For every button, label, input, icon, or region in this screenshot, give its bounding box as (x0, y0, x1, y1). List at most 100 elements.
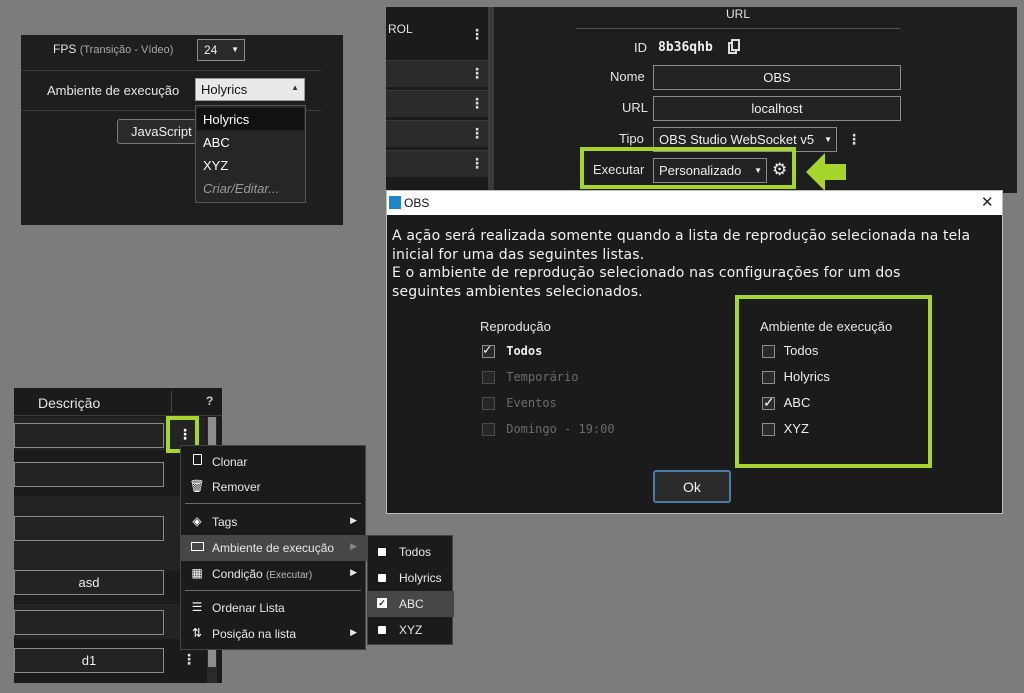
executar-select-value: Personalizado (659, 163, 742, 178)
dropdown-option[interactable]: Criar/Editar... (197, 177, 304, 199)
ambiente-option[interactable]: Todos (762, 343, 819, 359)
ambiente-option-label: ABC (783, 395, 811, 410)
more-options-icon[interactable]: ⋮ (470, 96, 484, 112)
ambiente-option[interactable]: Holyrics (762, 369, 830, 385)
menu-item-remover[interactable]: 🗑 Remover (181, 474, 367, 500)
dialog-message-line: inicial for uma das seguintes listas. (392, 246, 645, 263)
menu-item-label: Remover (212, 480, 261, 494)
menu-item-label: Ordenar Lista (212, 601, 285, 615)
menu-item-ordenar[interactable]: ☰ Ordenar Lista (181, 595, 367, 621)
row-description-field[interactable] (14, 462, 164, 487)
dropdown-option[interactable]: Holyrics (197, 108, 304, 130)
row-description-field[interactable]: d1 (14, 648, 164, 673)
menu-item-tags[interactable]: ◈ Tags ▶ (181, 509, 367, 535)
fps-label: FPS (53, 42, 77, 56)
checkbox[interactable] (482, 342, 495, 358)
ok-button[interactable]: Ok (653, 470, 731, 503)
reproducao-option[interactable]: Todos (482, 342, 543, 358)
env-label: Ambiente de execução (47, 83, 180, 98)
checkbox (482, 371, 495, 384)
submenu-item-xyz[interactable]: XYZ (368, 617, 454, 643)
submenu-item-label: ABC (399, 597, 424, 611)
list-icon: ☰ (191, 600, 203, 614)
sort-arrows-icon: ⇅ (191, 626, 203, 640)
obs-dialog: OBS ✕ A ação será realizada somente quan… (386, 190, 1003, 514)
fps-value: 24 (204, 43, 218, 57)
nome-field-value: OBS (763, 70, 791, 85)
executar-label: Executar (593, 162, 645, 177)
chevron-down-icon: ▼ (754, 166, 762, 175)
integration-settings-panel: ROL ⋮ ⋮ ⋮ ⋮ ⋮ URL ID 8b36qhb Nome OBS UR… (386, 7, 1017, 193)
url-field[interactable]: localhost (653, 96, 901, 121)
help-icon[interactable]: ? (206, 394, 213, 408)
side-list: ROL ⋮ ⋮ ⋮ ⋮ ⋮ (386, 7, 488, 193)
unchecked-box-icon (378, 548, 386, 556)
nome-field[interactable]: OBS (653, 65, 901, 90)
executar-select[interactable]: Personalizado ▼ (653, 158, 767, 183)
dropdown-option-label: Criar/Editar... (203, 181, 280, 196)
more-options-icon[interactable]: ⋮ (470, 126, 484, 142)
monitor-icon (189, 540, 205, 554)
checkbox[interactable] (762, 394, 775, 411)
row-description-field[interactable]: asd (14, 570, 164, 595)
scrollbar[interactable] (488, 7, 494, 193)
submenu-item-abc[interactable]: ✓ ABC (368, 591, 454, 617)
description-column-header[interactable]: Descrição (38, 395, 100, 411)
submenu-item-holyrics[interactable]: Holyrics (368, 565, 454, 591)
reproducao-option-label: Todos (506, 344, 543, 358)
list-header: Descrição ? (14, 388, 222, 416)
menu-item-label: Condição (212, 567, 263, 581)
ambiente-submenu: Todos Holyrics ✓ ABC XYZ (367, 535, 454, 645)
fps-select[interactable]: 24 ▼ (197, 39, 245, 61)
copy-icon[interactable] (728, 39, 741, 54)
menu-item-ambiente[interactable]: Ambiente de execução ▶ (181, 535, 367, 561)
gear-icon[interactable]: ⚙ (772, 160, 787, 180)
row-description-field[interactable] (14, 516, 164, 541)
url-field-value: localhost (751, 101, 803, 116)
app-logo-icon (389, 196, 401, 209)
ambiente-option[interactable]: XYZ (762, 421, 809, 437)
ambiente-title: Ambiente de execução (760, 319, 893, 334)
chevron-right-icon: ▶ (350, 627, 357, 637)
side-list-label: ROL (388, 22, 413, 36)
env-select-value: Holyrics (201, 82, 248, 97)
more-options-icon[interactable]: ⋮ (470, 156, 484, 172)
arrow-left-icon (806, 153, 848, 191)
row-description-field[interactable] (14, 610, 164, 635)
submenu-item-todos[interactable]: Todos (368, 539, 454, 565)
menu-item-clonar[interactable]: Clonar (181, 449, 367, 475)
more-options-icon[interactable]: ⋮ (847, 132, 861, 148)
dialog-titlebar: OBS ✕ (387, 191, 1002, 215)
env-select[interactable]: Holyrics ▲ (195, 78, 305, 101)
menu-item-condicao[interactable]: ▦ Condição (Executar) ▶ (181, 561, 367, 587)
divider (21, 70, 321, 71)
more-options-icon[interactable]: ⋮ (470, 27, 484, 43)
fps-hint: (Transição - Vídeo) (79, 44, 174, 56)
javascript-button-label: JavaScript (131, 124, 192, 139)
chevron-up-icon: ▲ (291, 83, 299, 92)
header-divider (171, 391, 172, 413)
checkbox[interactable] (762, 423, 775, 437)
tag-icon: ◈ (192, 514, 202, 528)
fps-settings-panel: FPS (Transição - Vídeo) 24 ▼ Ambiente de… (21, 35, 343, 225)
more-options-icon[interactable]: ⋮ (178, 427, 192, 443)
unchecked-box-icon (378, 626, 386, 634)
tipo-select-value: OBS Studio WebSocket v5 (659, 132, 815, 147)
dropdown-option[interactable]: XYZ (197, 154, 304, 176)
javascript-button[interactable]: JavaScript (117, 119, 197, 144)
reproducao-title: Reprodução (480, 319, 551, 334)
menu-item-posicao[interactable]: ⇅ Posição na lista ▶ (181, 621, 367, 647)
more-options-icon[interactable]: ⋮ (470, 66, 484, 82)
reproducao-option: Domingo - 19:00 (482, 422, 615, 436)
more-options-icon[interactable]: ⋮ (182, 652, 196, 668)
ambiente-option-label: Todos (783, 343, 819, 358)
checkbox[interactable] (762, 371, 775, 385)
chevron-down-icon: ▼ (231, 45, 239, 54)
row-description-value: d1 (81, 653, 97, 668)
ambiente-option[interactable]: ABC (762, 394, 811, 411)
close-icon[interactable]: ✕ (981, 193, 994, 211)
row-description-field[interactable] (14, 423, 164, 448)
dropdown-option[interactable]: ABC (197, 131, 304, 153)
checkbox[interactable] (762, 345, 775, 359)
checkbox (482, 397, 495, 410)
